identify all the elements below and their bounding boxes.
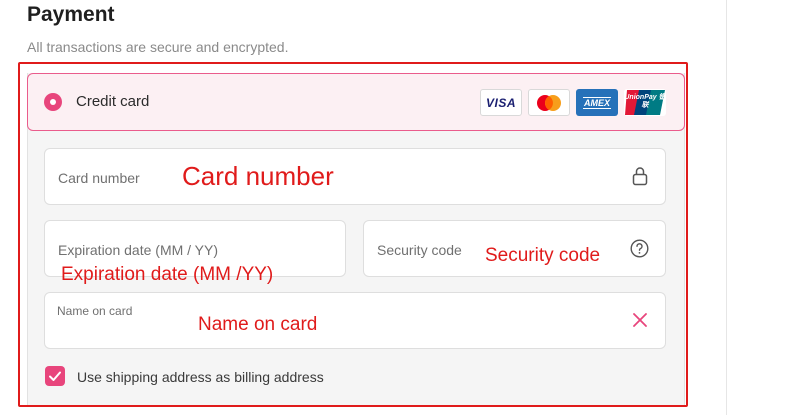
- right-column-divider: [726, 0, 727, 415]
- page-title: Payment: [27, 3, 115, 26]
- page-subtitle: All transactions are secure and encrypte…: [27, 39, 289, 55]
- highlight-frame: [18, 62, 688, 407]
